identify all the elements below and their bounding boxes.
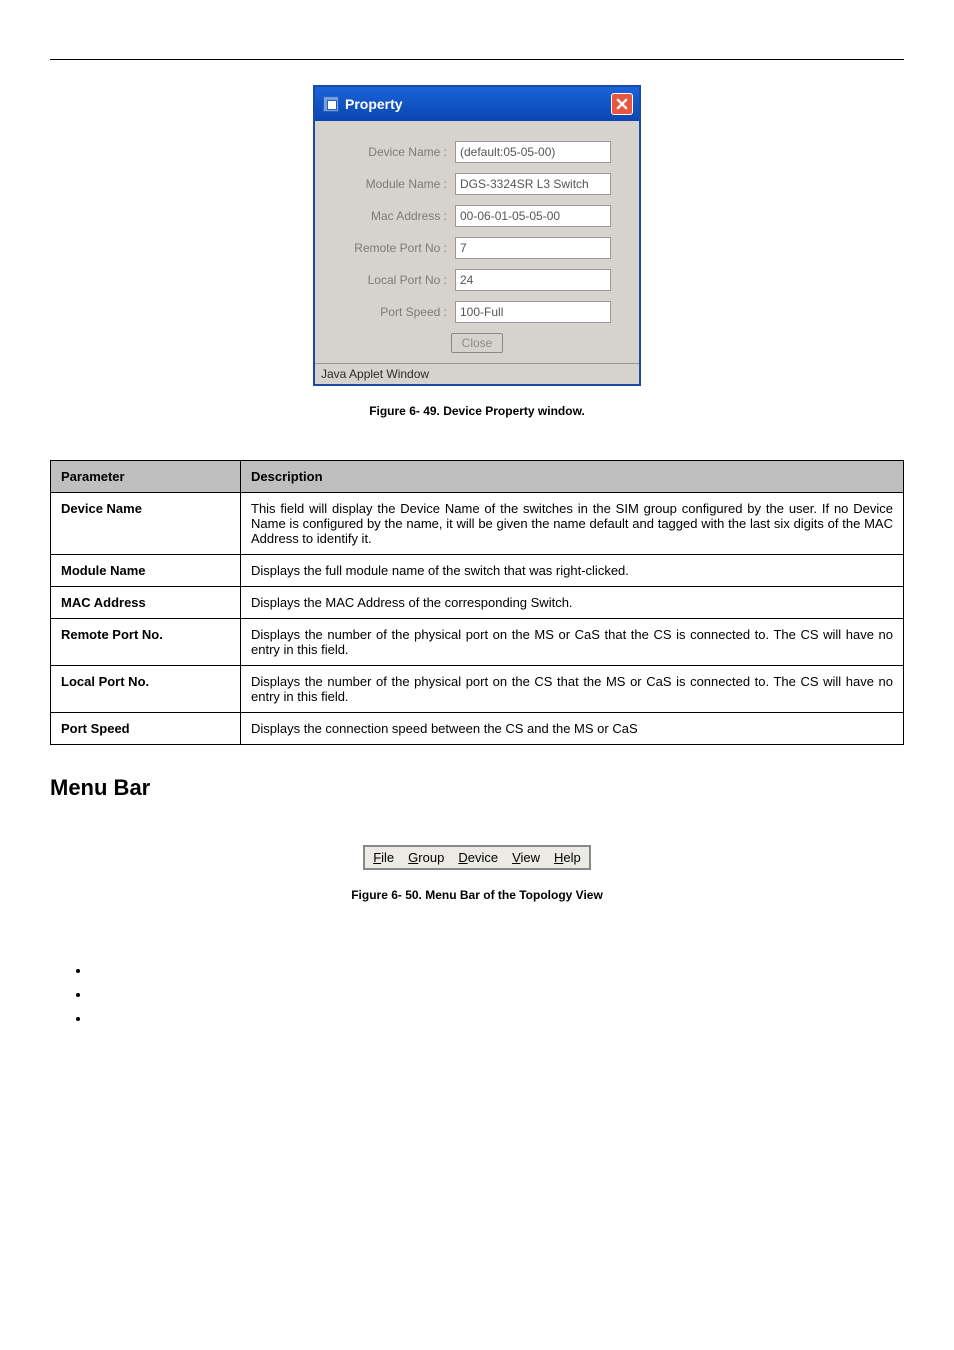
- menu-file[interactable]: File: [373, 850, 394, 865]
- table-row: Local Port No. Displays the number of th…: [51, 666, 904, 713]
- close-icon[interactable]: [611, 93, 633, 115]
- remote-port-label: Remote Port No :: [327, 241, 455, 255]
- th-description: Description: [241, 461, 904, 493]
- device-name-label: Device Name :: [327, 145, 455, 159]
- local-port-label: Local Port No :: [327, 273, 455, 287]
- local-port-field[interactable]: [455, 269, 611, 291]
- list-item: Print Setup — will view the image to be …: [90, 963, 904, 977]
- remote-port-field[interactable]: [455, 237, 611, 259]
- table-row: Remote Port No. Displays the number of t…: [51, 619, 904, 666]
- dialog-title-icon: [323, 96, 339, 112]
- mac-address-field[interactable]: [455, 205, 611, 227]
- module-name-field[interactable]: [455, 173, 611, 195]
- page-header: DGS-3324SR Layer 3 Stackable Gigabit Eth…: [50, 40, 904, 60]
- table-row: Port Speed Displays the connection speed…: [51, 713, 904, 745]
- file-heading: File: [50, 927, 904, 943]
- th-parameter: Parameter: [51, 461, 241, 493]
- intro-text: The following fields may be viewed:: [50, 438, 904, 452]
- port-speed-field[interactable]: [455, 301, 611, 323]
- table-row: Module Name Displays the full module nam…: [51, 555, 904, 587]
- menu-view[interactable]: View: [512, 850, 540, 865]
- port-speed-label: Port Speed :: [327, 305, 455, 319]
- device-name-field[interactable]: [455, 141, 611, 163]
- menu-group[interactable]: Group: [408, 850, 444, 865]
- menu-bar-heading: Menu Bar: [50, 775, 904, 801]
- page-number: 144: [50, 1085, 904, 1097]
- file-list: Print Setup — will view the image to be …: [50, 963, 904, 1025]
- java-applet-status: Java Applet Window: [315, 363, 639, 384]
- menu-device[interactable]: Device: [458, 850, 498, 865]
- figure-caption-1: Figure 6- 49. Device Property window.: [50, 404, 904, 418]
- property-dialog: Property Device Name : Module Name : Mac…: [313, 85, 641, 386]
- table-row: Device Name This field will display the …: [51, 493, 904, 555]
- list-item: Preference — will set display properties…: [90, 1011, 904, 1025]
- figure-caption-2: Figure 6- 50. Menu Bar of the Topology V…: [50, 888, 904, 902]
- dialog-title: Property: [345, 96, 403, 112]
- menu-bar-text: The Single IP Management window contains…: [50, 811, 904, 825]
- module-name-label: Module Name :: [327, 177, 455, 191]
- parameter-table: Parameter Description Device Name This f…: [50, 460, 904, 745]
- close-button[interactable]: Close: [451, 333, 504, 353]
- list-item: Print Topology — will print the topology…: [90, 987, 904, 1001]
- mac-address-label: Mac Address :: [327, 209, 455, 223]
- menu-bar: File Group Device View Help: [363, 845, 591, 870]
- table-row: MAC Address Displays the MAC Address of …: [51, 587, 904, 619]
- menu-help[interactable]: Help: [554, 850, 581, 865]
